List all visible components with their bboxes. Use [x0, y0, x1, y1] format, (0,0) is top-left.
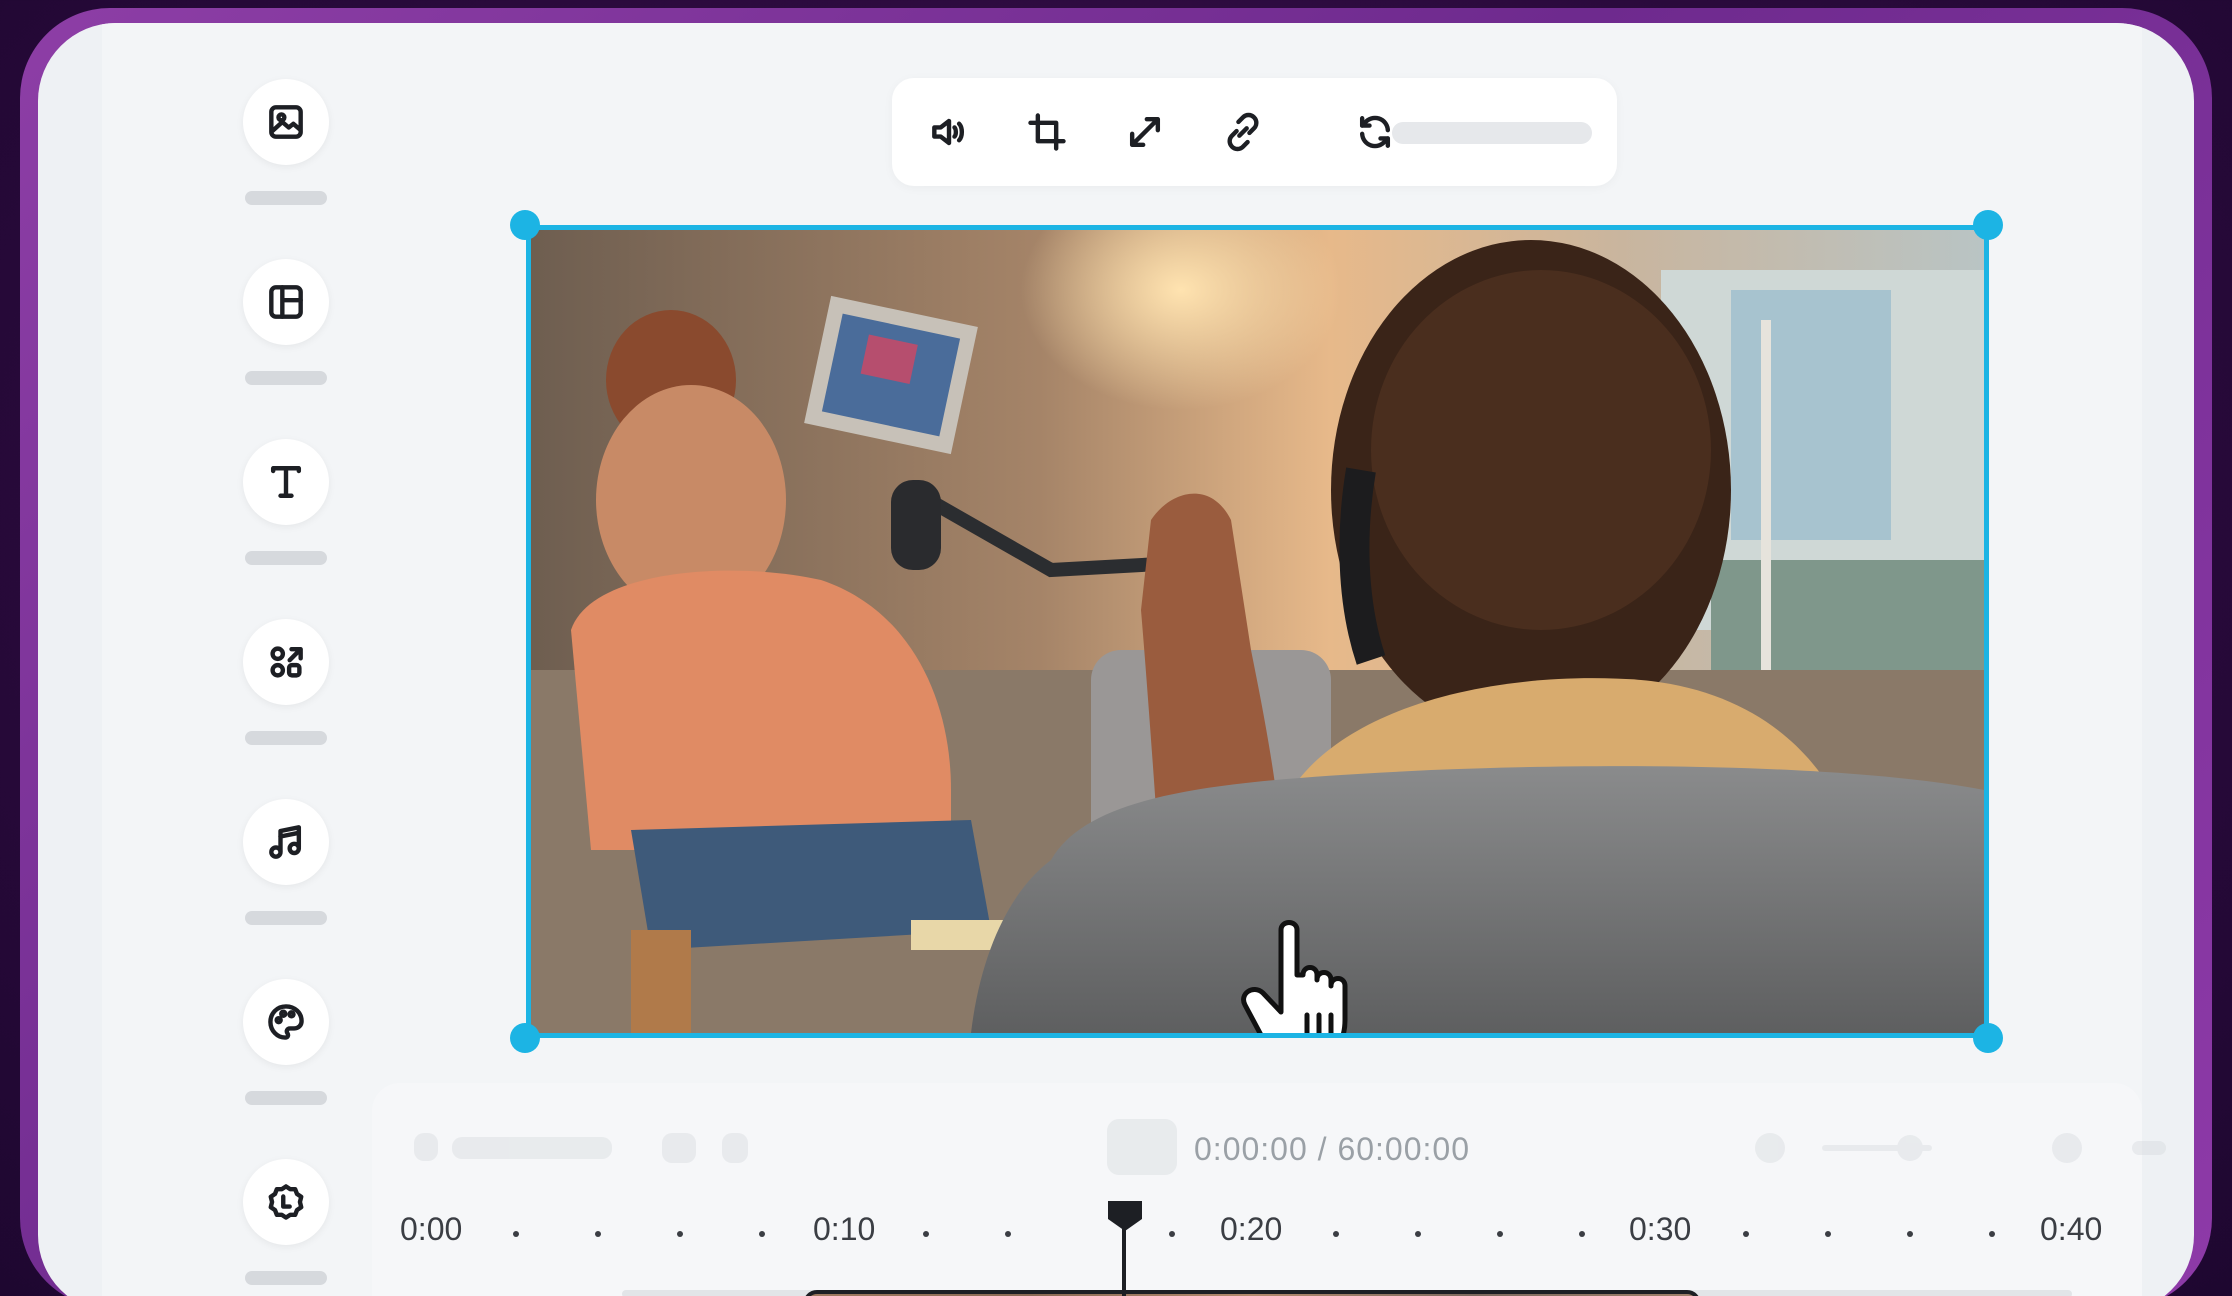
music-icon: [269, 825, 302, 859]
playhead-handle[interactable]: [1106, 1199, 1144, 1233]
ruler-label: 0:40: [2040, 1211, 2103, 1247]
sidebar-item-layout[interactable]: [234, 259, 338, 385]
sidebar-label-placeholder: [245, 1271, 327, 1285]
sidebar-button-text[interactable]: [243, 439, 329, 525]
sidebar-button-image[interactable]: [243, 79, 329, 165]
ruler-tick: [1497, 1231, 1503, 1237]
sidebar-label-placeholder: [245, 551, 327, 565]
ruler-label: 0:00: [400, 1211, 463, 1247]
playhead-line: [1122, 1229, 1126, 1296]
sidebar-label-placeholder: [245, 371, 327, 385]
time-display: 0:00:00 / 60:00:00: [1194, 1131, 1470, 1167]
sidebar-item-palette[interactable]: [234, 979, 338, 1105]
resize-handle-top-right[interactable]: [1973, 210, 2003, 240]
ruler-tick: [1907, 1231, 1913, 1237]
layout-icon: [269, 285, 303, 319]
ruler-tick: [513, 1231, 519, 1237]
resize-handle-bottom-right[interactable]: [1973, 1023, 2003, 1053]
resize-handle-top-left[interactable]: [510, 210, 540, 240]
sidebar-item-plugins[interactable]: [234, 1159, 338, 1285]
crop-icon: [1028, 113, 1066, 151]
elements-icon: [270, 646, 303, 678]
ruler-tick: [1005, 1231, 1011, 1237]
left-sidebar: [102, 23, 402, 1296]
sidebar-button-elements[interactable]: [243, 619, 329, 705]
ruler-tick: [923, 1231, 929, 1237]
timeline-label-placeholder: [452, 1137, 612, 1159]
zoom-slider-thumb[interactable]: [1897, 1135, 1923, 1161]
sidebar-label-placeholder: [245, 1091, 327, 1105]
sidebar-item-music[interactable]: [234, 799, 338, 925]
volume-icon: [932, 118, 965, 146]
ruler-label: 0:10: [813, 1211, 876, 1247]
editor-screen: 0:00:00 / 60:00:00 0:00 0:10 0:20 0:30 0…: [38, 23, 2194, 1296]
resize-handle-bottom-left[interactable]: [510, 1023, 540, 1053]
zoom-out-button[interactable]: [1755, 1133, 1785, 1163]
video-clip[interactable]: [803, 1290, 1701, 1296]
sidebar-button-music[interactable]: [243, 799, 329, 885]
fit-timeline-button[interactable]: [2132, 1141, 2166, 1155]
link-button[interactable]: [1216, 105, 1270, 159]
replace-icon: [1359, 115, 1391, 149]
play-button[interactable]: [1107, 1119, 1177, 1175]
sidebar-label-placeholder: [245, 911, 327, 925]
palette-icon: [268, 1004, 304, 1040]
sidebar-item-elements[interactable]: [234, 619, 338, 745]
ruler-tick: [677, 1231, 683, 1237]
ruler-label: 0:30: [1629, 1211, 1692, 1247]
sidebar-item-image[interactable]: [234, 79, 338, 205]
ruler-tick: [1579, 1231, 1585, 1237]
sidebar-button-layout[interactable]: [243, 259, 329, 345]
ruler-tick: [1333, 1231, 1339, 1237]
resize-icon: [1129, 116, 1161, 148]
sidebar-button-plugins[interactable]: [243, 1159, 329, 1245]
ruler-tick: [1743, 1231, 1749, 1237]
ruler-tick: [759, 1231, 765, 1237]
timeline-delete-button[interactable]: [722, 1133, 748, 1163]
video-canvas[interactable]: [526, 225, 1989, 1038]
sidebar-item-text[interactable]: [234, 439, 338, 565]
timeline-edit-button[interactable]: [414, 1133, 438, 1161]
sidebar-label-placeholder: [245, 731, 327, 745]
ruler-tick: [1415, 1231, 1421, 1237]
video-frame-image: [531, 230, 1984, 1033]
ruler-label: 0:20: [1220, 1211, 1283, 1247]
plugin-icon: [268, 1184, 304, 1220]
sidebar-button-palette[interactable]: [243, 979, 329, 1065]
editor-panel: 0:00:00 / 60:00:00 0:00 0:10 0:20 0:30 0…: [102, 23, 2166, 1296]
volume-button[interactable]: [922, 105, 976, 159]
text-icon: [270, 466, 302, 498]
ruler-tick: [595, 1231, 601, 1237]
sidebar-label-placeholder: [245, 191, 327, 205]
image-icon: [269, 105, 303, 139]
timeline-panel: 0:00:00 / 60:00:00 0:00 0:10 0:20 0:30 0…: [372, 1083, 2166, 1296]
toolbar-label-placeholder: [1392, 122, 1592, 144]
ruler-tick: [1169, 1231, 1175, 1237]
ruler-tick: [1825, 1231, 1831, 1237]
ruler-tick: [1989, 1231, 1995, 1237]
link-icon: [1227, 112, 1259, 152]
canvas-toolbar: [892, 78, 1617, 186]
timeline-split-button[interactable]: [662, 1133, 696, 1163]
crop-button[interactable]: [1020, 105, 1074, 159]
zoom-in-button[interactable]: [2052, 1133, 2082, 1163]
resize-button[interactable]: [1118, 105, 1172, 159]
